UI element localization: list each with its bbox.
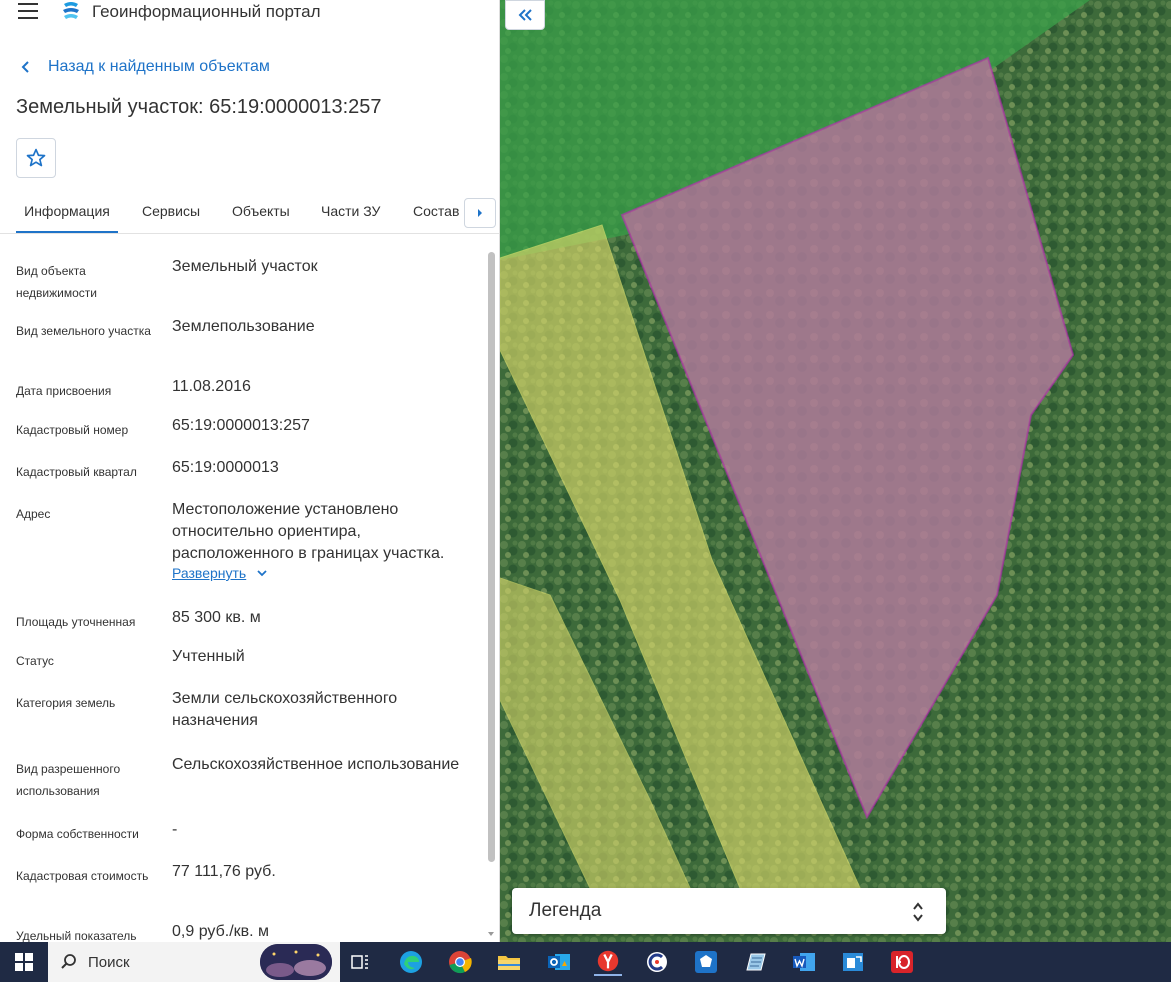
menu-icon[interactable] (18, 3, 38, 19)
file-explorer-icon[interactable] (495, 948, 523, 976)
info-value: Земли сельскохозяйственного назначения (172, 690, 398, 729)
legend-label: Легенда (529, 900, 602, 921)
legend-dropdown[interactable]: Легенда (512, 888, 946, 934)
back-link-label: Назад к найденным объектам (48, 58, 270, 75)
info-label: Вид объекта недвижимости (16, 264, 97, 300)
star-icon (26, 148, 46, 167)
info-label: Вид земельного участка (16, 324, 151, 338)
info-value: 85 300 кв. м (172, 609, 261, 626)
tab-parts[interactable]: Части ЗУ (321, 203, 380, 233)
info-label: Площадь уточненная (16, 615, 136, 629)
portal-logo-icon (63, 2, 79, 19)
collapse-panel-button[interactable] (505, 0, 545, 30)
info-label: Вид разрешенного использования (16, 762, 121, 798)
search-highlight-image (260, 944, 332, 980)
info-label: Дата присвоения (16, 384, 112, 398)
taskbar-search[interactable]: Поиск (48, 942, 340, 982)
info-label: Кадастровый номер (16, 423, 129, 437)
info-value: 0,9 руб./кв. м (172, 923, 270, 940)
tab-composition[interactable]: Состав (413, 203, 459, 233)
sort-updown-icon (913, 902, 923, 922)
search-icon (61, 954, 76, 969)
word-icon[interactable] (790, 948, 818, 976)
app-window: Геоинформационный портал Назад к найденн… (0, 0, 1171, 942)
info-label: Категория земель (16, 696, 116, 710)
portal-title: Геоинформационный портал (92, 2, 321, 21)
info-value: Землепользование (172, 318, 315, 335)
back-to-results-link[interactable]: Назад к найденным объектам (18, 56, 270, 78)
satellite-map[interactable] (500, 0, 1171, 942)
outlook-icon[interactable] (545, 948, 573, 976)
info-value: 65:19:0000013 (172, 459, 279, 476)
object-title: Земельный участок: 65:19:0000013:257 (16, 96, 382, 118)
expand-label: Развернуть (172, 565, 247, 581)
edge-browser-icon[interactable] (397, 948, 425, 976)
task-view-icon[interactable] (346, 948, 374, 976)
tab-objects[interactable]: Объекты (232, 203, 290, 233)
info-label: Форма собственности (16, 827, 139, 841)
header-bar: Геоинформационный портал (0, 0, 499, 28)
double-chevron-left-icon (518, 9, 532, 21)
tabs-scroll-right-button[interactable] (464, 198, 496, 228)
tab-bar: Информация Сервисы Объекты Части ЗУ Сост… (0, 196, 499, 234)
windows-logo-icon (15, 953, 33, 971)
map-view[interactable] (500, 0, 1171, 942)
app-blue-icon[interactable] (839, 948, 867, 976)
info-row-address: Адрес Местоположение установлено относит… (16, 493, 476, 593)
scrollbar-thumb[interactable] (488, 252, 495, 862)
caret-right-icon (478, 209, 482, 217)
info-value: 65:19:0000013:257 (172, 417, 310, 434)
tab-services[interactable]: Сервисы (142, 203, 200, 233)
app-red-icon[interactable] (888, 948, 916, 976)
info-value: Сельскохозяйственное использование (172, 756, 460, 773)
info-value: 77 111,76 руб. (172, 863, 276, 880)
info-value: Местоположение установлено относительно … (172, 501, 445, 562)
scroll-down-arrow-icon[interactable] (487, 930, 495, 938)
info-value: Учтенный (172, 648, 245, 665)
info-label: Кадастровый квартал (16, 465, 137, 479)
windows-taskbar: Поиск (0, 942, 1171, 982)
chevron-down-icon (257, 570, 267, 577)
info-label: Удельный показатель (16, 929, 137, 942)
info-scrollbar[interactable] (485, 250, 497, 942)
notes-app-icon[interactable] (741, 948, 769, 976)
app-c-icon[interactable] (643, 948, 671, 976)
info-value: - (172, 821, 178, 838)
info-label: Кадастровая стоимость (16, 869, 149, 883)
info-label: Статус (16, 654, 54, 668)
favorite-button[interactable] (16, 138, 56, 178)
info-panel: Геоинформационный портал Назад к найденн… (0, 0, 500, 942)
search-label: Поиск (88, 953, 130, 971)
tab-information[interactable]: Информация (16, 203, 118, 233)
info-value: Земельный участок (172, 258, 318, 275)
info-list: Вид объекта недвижимости Земельный участ… (0, 250, 485, 942)
chrome-browser-icon[interactable] (446, 948, 474, 976)
gosuslugi-icon[interactable] (692, 948, 720, 976)
expand-address-link[interactable]: Развернуть (172, 565, 268, 581)
yandex-browser-icon[interactable] (594, 948, 622, 976)
info-label: Адрес (16, 507, 51, 521)
start-button[interactable] (0, 942, 48, 982)
chevron-left-icon (21, 61, 29, 73)
info-value: 11.08.2016 (172, 378, 251, 395)
